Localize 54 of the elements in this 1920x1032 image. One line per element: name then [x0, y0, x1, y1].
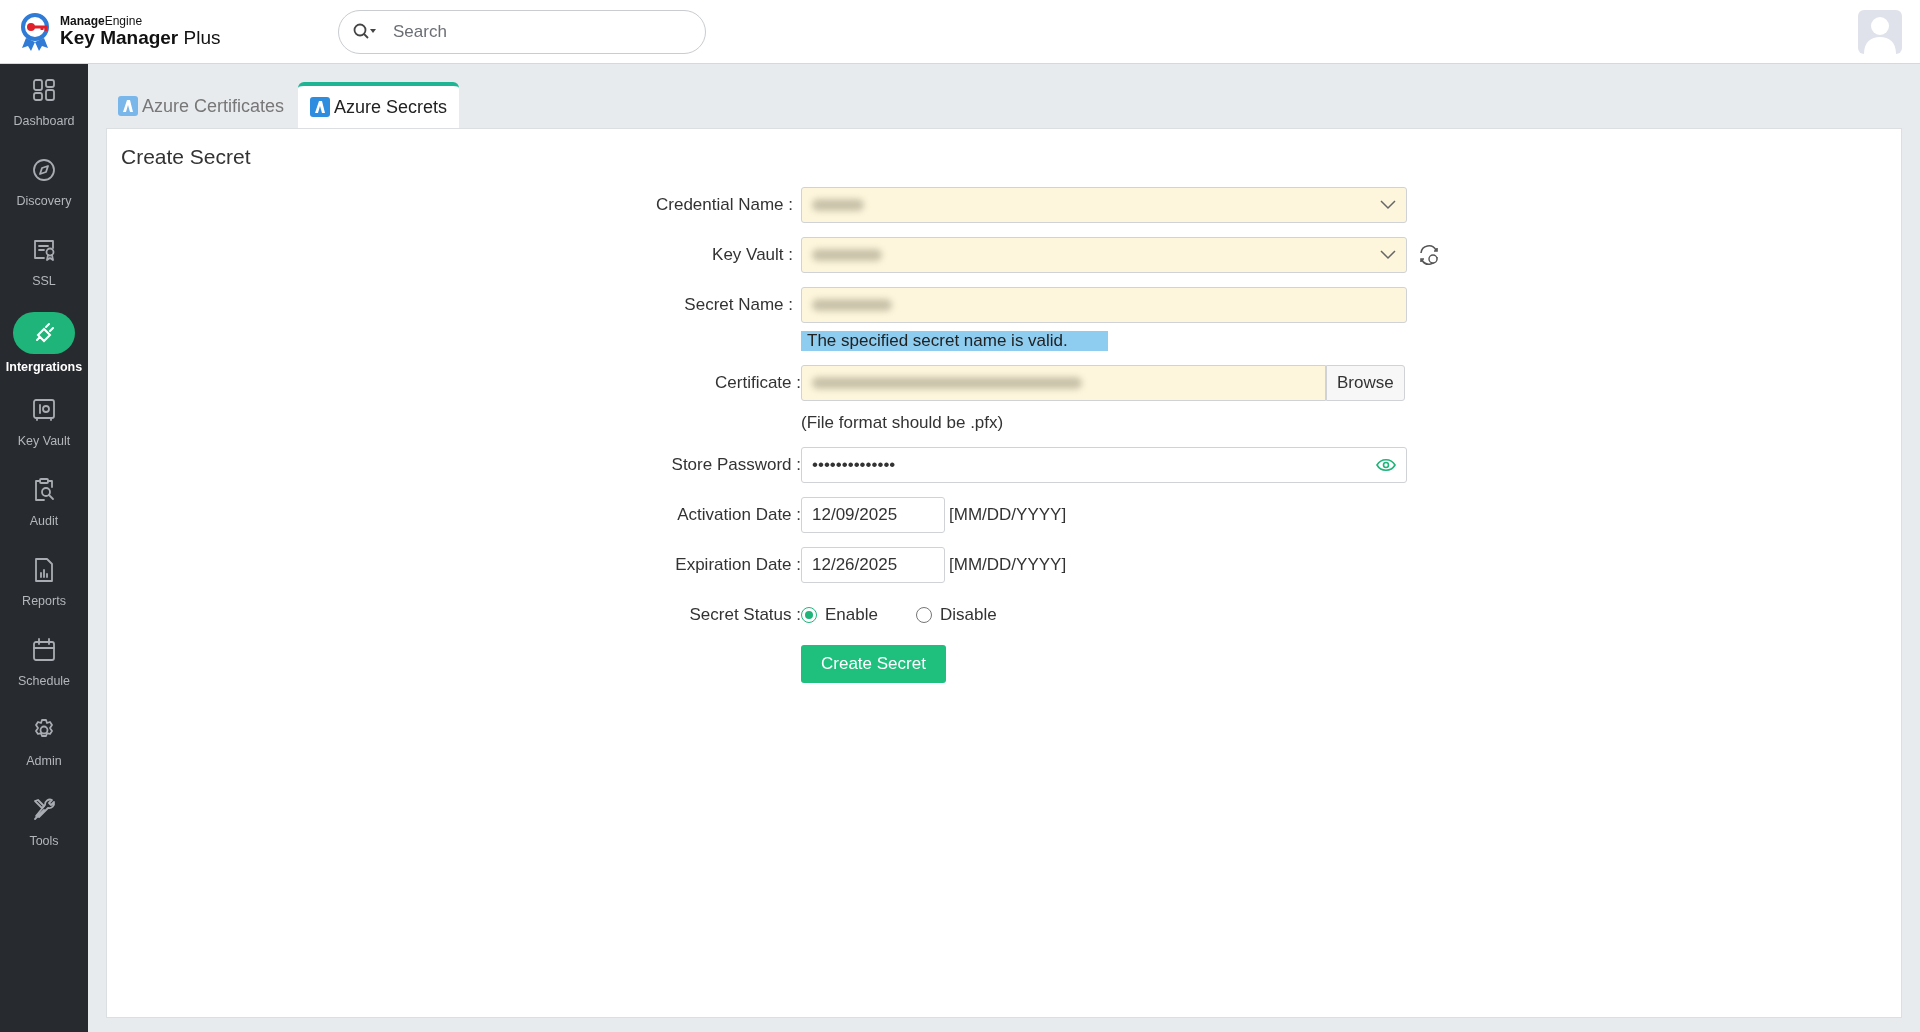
field-label: Expiration Date : — [674, 554, 801, 576]
radio-option[interactable]: Disable — [915, 605, 997, 625]
date-field[interactable]: 12/09/2025 — [801, 497, 945, 533]
form-title: Create Secret — [121, 145, 252, 169]
field-label: Secret Status : — [688, 604, 801, 626]
sidebar-item[interactable]: Dashboard — [0, 72, 88, 152]
calendar-icon — [31, 637, 57, 663]
sidebar-item[interactable]: Reports — [0, 552, 88, 632]
company-name: ManageEngine — [60, 15, 144, 28]
redacted-value — [812, 249, 882, 261]
field-label: Store Password : — [670, 454, 801, 476]
password-field[interactable]: •••••••••••••• — [801, 447, 1407, 483]
browse-button[interactable]: Browse — [1326, 365, 1405, 401]
search-icon — [353, 22, 377, 41]
sidebar-item[interactable]: SSL — [0, 232, 88, 312]
sidebar-item[interactable]: Schedule — [0, 632, 88, 712]
field-label: Activation Date : — [676, 504, 801, 526]
redacted-value — [812, 199, 864, 211]
sidebar-item[interactable]: Key Vault — [0, 392, 88, 472]
sidebar-item[interactable]: Intergrations — [0, 312, 88, 392]
hint-text: (File format should be .pfx) — [801, 413, 1005, 433]
product-name: Key Manager Plus — [60, 27, 221, 48]
select-field[interactable] — [801, 237, 1407, 273]
certificate-icon — [31, 237, 57, 263]
tab[interactable]: Azure Secrets — [298, 82, 460, 128]
tab[interactable]: Azure Certificates — [106, 84, 297, 128]
grid-icon — [31, 77, 57, 103]
azure-icon — [310, 97, 331, 117]
input-field[interactable] — [801, 287, 1407, 323]
eye-icon[interactable] — [1376, 458, 1396, 472]
sidebar-item[interactable]: Admin — [0, 712, 88, 792]
search-field[interactable]: Search — [391, 20, 675, 43]
radio-option[interactable]: Enable — [801, 605, 878, 625]
sidebar-item[interactable]: Discovery — [0, 152, 88, 232]
field-label: Credential Name : — [655, 194, 794, 216]
validation-message: The specified secret name is valid. — [801, 331, 1108, 351]
tools-icon — [31, 797, 57, 823]
file-field[interactable] — [801, 365, 1326, 401]
sidebar-item[interactable]: Tools — [0, 792, 88, 872]
select-field[interactable] — [801, 187, 1407, 223]
date-format: [MM/DD/YYYY] — [949, 505, 1067, 525]
chevron-down-icon — [1380, 250, 1396, 260]
field-label: Secret Name : — [683, 294, 794, 316]
field-label: Certificate : — [714, 372, 801, 394]
compass-icon — [31, 157, 57, 183]
avatar-icon[interactable] — [1858, 9, 1902, 54]
refresh-icon[interactable] — [1417, 243, 1441, 267]
azure-icon — [118, 96, 138, 116]
field-label: Key Vault : — [711, 244, 794, 266]
safe-icon — [31, 397, 57, 423]
date-format: [MM/DD/YYYY] — [949, 555, 1067, 575]
date-field[interactable]: 12/26/2025 — [801, 547, 945, 583]
chevron-down-icon — [1380, 200, 1396, 210]
sidebar-item[interactable]: Audit — [0, 472, 88, 552]
